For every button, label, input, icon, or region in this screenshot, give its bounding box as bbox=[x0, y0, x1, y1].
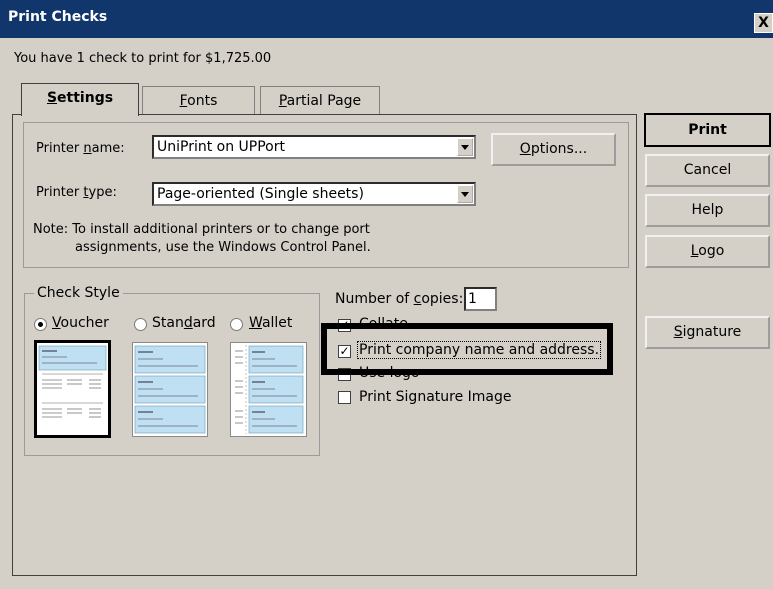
wallet-radio[interactable] bbox=[230, 318, 243, 331]
voucher-radio[interactable] bbox=[34, 318, 47, 331]
voucher-preview-image bbox=[38, 345, 107, 418]
print-company-label[interactable]: Print company name and address. bbox=[357, 341, 602, 359]
window-title: Print Checks bbox=[8, 9, 108, 25]
printer-note-line1: Note: To install additional printers or … bbox=[33, 222, 370, 237]
printer-type-value: Page-oriented (Single sheets) bbox=[157, 186, 364, 202]
tab-partial-label: artial Page bbox=[286, 93, 362, 109]
wallet-preview[interactable] bbox=[230, 342, 307, 437]
help-button[interactable]: Help bbox=[645, 194, 770, 227]
print-signature-label[interactable]: Print Signature Image bbox=[359, 389, 512, 405]
wallet-preview-image bbox=[235, 345, 304, 434]
title-bar bbox=[0, 0, 773, 38]
logo-button[interactable]: Logo bbox=[645, 235, 770, 268]
printer-name-label: Printer name: bbox=[36, 141, 125, 156]
print-button[interactable]: Print bbox=[644, 113, 771, 147]
standard-radio[interactable] bbox=[134, 318, 147, 331]
tab-settings-key: S bbox=[46, 90, 58, 106]
standard-label[interactable]: Standard bbox=[152, 315, 216, 331]
signature-button[interactable]: Signature bbox=[645, 316, 770, 349]
standard-preview-image bbox=[134, 345, 206, 434]
copies-input[interactable]: 1 bbox=[464, 287, 497, 311]
options-button[interactable]: Options... bbox=[491, 133, 616, 166]
print-signature-checkbox[interactable] bbox=[338, 391, 351, 404]
tab-settings-label: ettings bbox=[57, 90, 114, 106]
tab-partial-key: P bbox=[278, 93, 287, 109]
tab-fonts-label: onts bbox=[187, 93, 218, 109]
chevron-down-icon[interactable] bbox=[457, 185, 473, 203]
wallet-label[interactable]: Wallet bbox=[249, 315, 292, 331]
voucher-preview[interactable] bbox=[34, 340, 111, 438]
printer-type-select[interactable]: Page-oriented (Single sheets) bbox=[152, 182, 476, 206]
check-summary: You have 1 check to print for $1,725.00 bbox=[14, 51, 272, 66]
copies-label: Number of copies: bbox=[335, 291, 464, 307]
printer-name-select[interactable]: UniPrint on UPPort bbox=[152, 135, 476, 159]
print-company-checkbox[interactable]: ✓ bbox=[338, 345, 351, 358]
tab-fonts[interactable]: Fonts bbox=[142, 86, 255, 116]
tab-settings[interactable]: Settings bbox=[21, 83, 139, 116]
check-style-legend: Check Style bbox=[34, 285, 123, 301]
cancel-button[interactable]: Cancel bbox=[645, 154, 770, 187]
radio-selected-dot bbox=[38, 322, 43, 327]
close-icon[interactable]: X bbox=[754, 13, 773, 33]
chevron-down-icon[interactable] bbox=[457, 138, 473, 156]
printer-name-value: UniPrint on UPPort bbox=[157, 139, 285, 155]
standard-preview[interactable] bbox=[132, 342, 208, 437]
printer-note-line2: assignments, use the Windows Control Pan… bbox=[75, 240, 371, 255]
voucher-label[interactable]: Voucher bbox=[52, 315, 109, 331]
tab-partial-page[interactable]: Partial Page bbox=[260, 86, 380, 116]
printer-type-label: Printer type: bbox=[36, 185, 117, 200]
